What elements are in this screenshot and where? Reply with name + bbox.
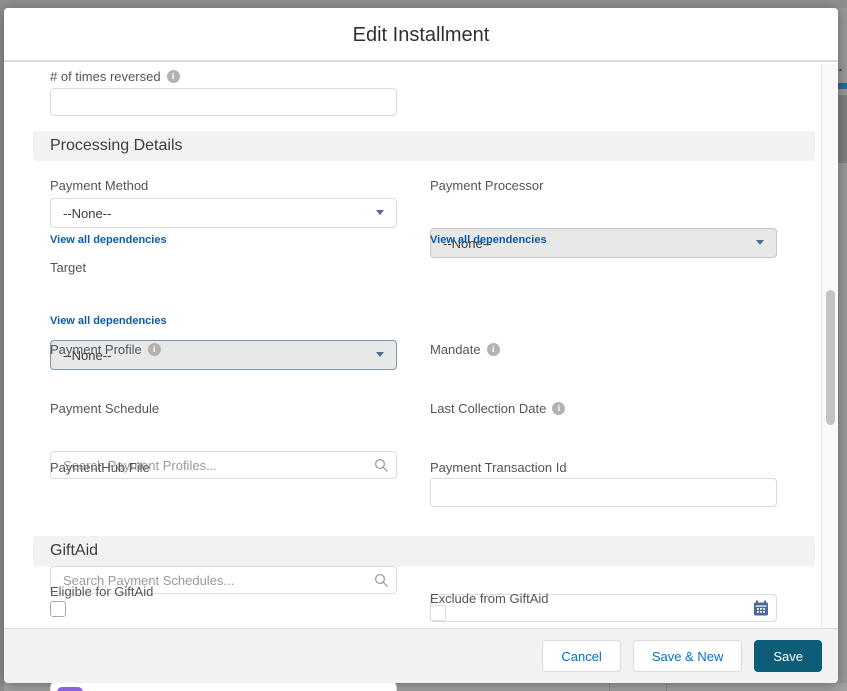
payment-method-dependencies-link[interactable]: View all dependencies — [50, 234, 167, 246]
section-processing-details: Processing Details — [33, 131, 815, 161]
field-label-text: Payment Profile — [50, 342, 142, 357]
info-icon[interactable]: i — [487, 343, 500, 356]
chevron-down-icon — [376, 210, 384, 215]
target-label: Target — [50, 260, 86, 275]
paymenthub-file-label: PaymentHub File — [50, 460, 150, 475]
eligible-giftaid-label: Eligible for GiftAid — [50, 584, 153, 599]
field-label-text: Payment Transaction Id — [430, 460, 567, 475]
field-label-text: PaymentHub File — [50, 460, 150, 475]
times-reversed-label: # of times reversed i — [50, 69, 180, 84]
field-label-text: Payment Method — [50, 178, 148, 193]
field-label-text: Payment Schedule — [50, 401, 159, 416]
background-fragment — [838, 95, 847, 163]
field-label-text: Exclude from GiftAid — [430, 591, 549, 606]
modal-scrollbar-thumb[interactable] — [826, 290, 835, 425]
screen: e. Mandates Edit Installment # of times … — [0, 0, 847, 691]
info-icon[interactable]: i — [167, 70, 180, 83]
mandate-label: Mandate i — [430, 342, 500, 357]
times-reversed-input[interactable] — [50, 88, 397, 116]
search-icon — [374, 458, 388, 472]
dropdown-value: --None-- — [63, 206, 111, 221]
field-label-text: Target — [50, 260, 86, 275]
payment-profile-label: Payment Profile i — [50, 342, 161, 357]
cancel-button[interactable]: Cancel — [542, 640, 620, 672]
exclude-giftaid-label: Exclude from GiftAid — [430, 591, 549, 606]
payment-processor-dependencies-link[interactable]: View all dependencies — [430, 234, 547, 246]
modal-header: Edit Installment — [4, 8, 838, 62]
last-collection-date-label: Last Collection Date i — [430, 401, 565, 416]
chevron-down-icon — [756, 240, 764, 245]
payment-processor-label: Payment Processor — [430, 178, 543, 193]
payment-transaction-id-input[interactable] — [430, 478, 777, 507]
section-title: Processing Details — [50, 137, 183, 155]
search-icon — [374, 573, 388, 587]
section-title: GiftAid — [50, 542, 98, 560]
field-label-text: # of times reversed — [50, 69, 161, 84]
chevron-down-icon — [376, 352, 384, 357]
modal-footer: Cancel Save & New Save — [4, 628, 838, 683]
background-tab-underline — [838, 83, 847, 89]
modal-scrollbar-track[interactable] — [821, 64, 838, 628]
field-label-text: Eligible for GiftAid — [50, 584, 153, 599]
payment-method-dropdown[interactable]: --None-- — [50, 198, 397, 228]
exclude-giftaid-checkbox[interactable] — [430, 605, 446, 621]
eligible-giftaid-checkbox[interactable] — [50, 601, 66, 617]
info-icon[interactable]: i — [148, 343, 161, 356]
payment-method-label: Payment Method — [50, 178, 148, 193]
background-clipped-text: e. — [838, 60, 842, 74]
payment-schedule-label: Payment Schedule — [50, 401, 159, 416]
background-table-divider — [609, 683, 610, 691]
save-and-new-button[interactable]: Save & New — [633, 640, 743, 672]
payment-transaction-id-label: Payment Transaction Id — [430, 460, 567, 475]
save-button[interactable]: Save — [754, 640, 822, 672]
custom-object-icon — [57, 687, 83, 691]
background-table-divider — [666, 683, 667, 691]
section-giftaid: GiftAid — [33, 536, 815, 566]
page-title: Edit Installment — [4, 8, 838, 62]
info-icon[interactable]: i — [552, 402, 565, 415]
field-label-text: Last Collection Date — [430, 401, 546, 416]
edit-installment-modal: Edit Installment # of times reversed i P… — [4, 8, 838, 683]
target-dependencies-link[interactable]: View all dependencies — [50, 315, 167, 327]
field-label-text: Payment Processor — [430, 178, 543, 193]
field-label-text: Mandate — [430, 342, 481, 357]
calendar-icon[interactable] — [753, 600, 769, 616]
